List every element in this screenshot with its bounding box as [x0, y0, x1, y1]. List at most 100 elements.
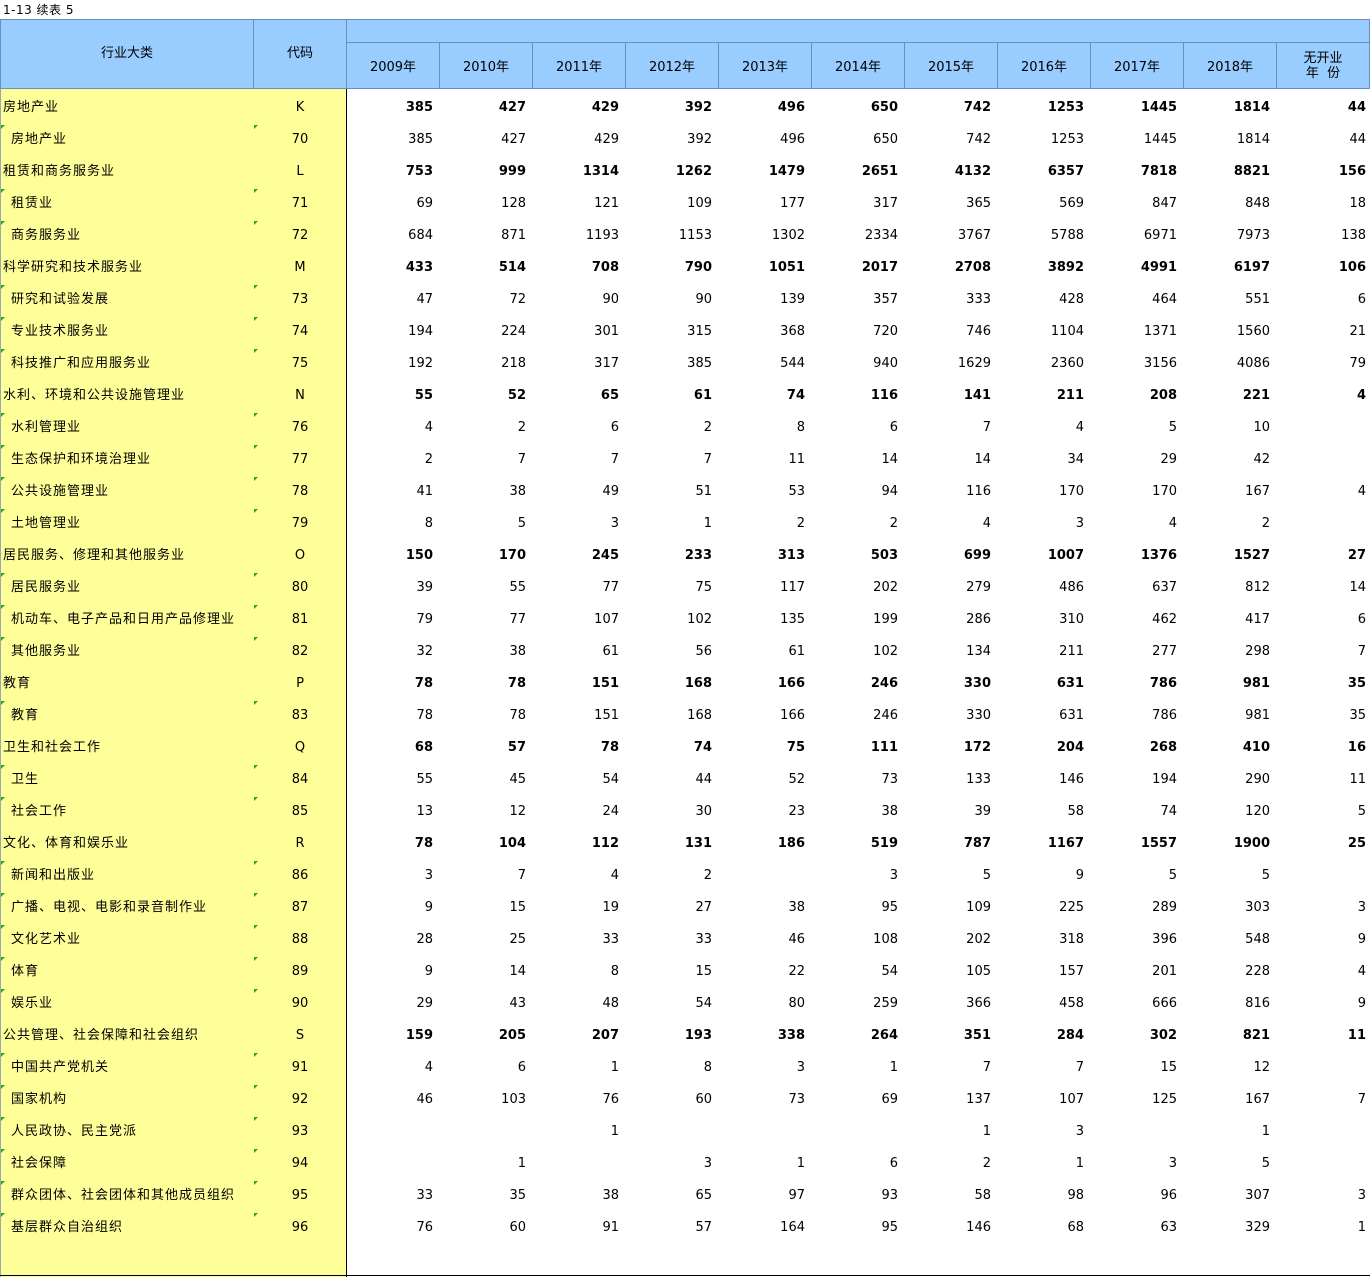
value-cell: 5 — [517, 516, 526, 531]
value-cell: 742 — [966, 132, 991, 147]
value-cell: 1557 — [1140, 836, 1177, 851]
industry-code: 87 — [291, 900, 309, 915]
header-no-year: 无开业年 份 — [1276, 42, 1370, 89]
value-cell: 6357 — [1047, 164, 1084, 179]
industry-name: 教育 — [11, 708, 40, 723]
value-cell: 708 — [591, 260, 619, 275]
value-cell: 2 — [424, 452, 433, 467]
value-cell: 284 — [1056, 1028, 1084, 1043]
value-cell: 54 — [881, 964, 898, 979]
value-cell: 90 — [602, 292, 619, 307]
value-cell: 821 — [1242, 1028, 1270, 1043]
value-cell: 192 — [408, 356, 433, 371]
value-cell: 631 — [1056, 676, 1084, 691]
value-cell: 7 — [703, 452, 712, 467]
value-cell: 58 — [1067, 804, 1084, 819]
value-cell: 569 — [1059, 196, 1084, 211]
value-cell: 29 — [416, 996, 433, 1011]
no-year-value-cell: 35 — [1349, 708, 1366, 723]
value-cell: 133 — [966, 772, 991, 787]
cell-marker — [1, 797, 5, 801]
value-cell: 221 — [1242, 388, 1270, 403]
industry-code: 79 — [291, 516, 309, 531]
value-cell: 12 — [509, 804, 526, 819]
value-cell: 302 — [1149, 1028, 1177, 1043]
industry-name: 居民服务、修理和其他服务业 — [3, 548, 186, 563]
value-cell: 1560 — [1236, 324, 1270, 339]
value-cell: 10 — [1253, 420, 1270, 435]
value-cell: 151 — [591, 676, 619, 691]
value-cell: 392 — [684, 100, 712, 115]
industry-name: 公共设施管理业 — [11, 484, 110, 499]
value-cell: 4 — [424, 420, 433, 435]
value-cell: 146 — [1059, 772, 1084, 787]
value-cell: 111 — [870, 740, 898, 755]
value-cell: 981 — [1242, 676, 1270, 691]
industry-code: 92 — [291, 1092, 309, 1107]
value-cell: 43 — [509, 996, 526, 1011]
value-cell: 39 — [416, 580, 433, 595]
industry-name: 体育 — [11, 964, 40, 979]
cell-marker — [1, 189, 5, 193]
value-cell — [439, 1116, 526, 1148]
no-year-value-cell — [1276, 1052, 1366, 1084]
value-cell: 54 — [695, 996, 712, 1011]
value-cell: 95 — [881, 900, 898, 915]
value-cell: 79 — [416, 612, 433, 627]
value-cell: 202 — [966, 932, 991, 947]
value-cell: 33 — [602, 932, 619, 947]
value-cell: 19 — [602, 900, 619, 915]
value-cell: 194 — [408, 324, 433, 339]
value-cell: 1253 — [1047, 100, 1084, 115]
value-cell: 218 — [501, 356, 526, 371]
industry-code: 94 — [291, 1156, 309, 1171]
value-cell: 286 — [966, 612, 991, 627]
cell-marker — [1, 957, 5, 961]
table-row: 中国共产党机关 91 4 6 1 8 3 1 7 7 15 12 — [0, 1052, 1370, 1084]
value-cell: 170 — [1059, 484, 1084, 499]
value-cell: 68 — [414, 740, 433, 755]
no-year-value-cell: 21 — [1349, 324, 1366, 339]
value-cell: 125 — [1152, 1092, 1177, 1107]
value-cell: 317 — [873, 196, 898, 211]
value-cell: 4 — [424, 1060, 433, 1075]
value-cell: 94 — [881, 484, 898, 499]
value-cell: 78 — [509, 708, 526, 723]
value-cell: 338 — [777, 1028, 805, 1043]
value-cell: 4132 — [954, 164, 991, 179]
table-row: 社会工作 85 13 12 24 30 23 38 39 58 74 120 5 — [0, 796, 1370, 828]
value-cell: 52 — [788, 772, 805, 787]
value-cell: 5788 — [1050, 228, 1084, 243]
value-cell: 289 — [1152, 900, 1177, 915]
value-cell: 29 — [1160, 452, 1177, 467]
table-row: 科技推广和应用服务业 75 192 218 317 385 544 940 1629 2360 31… — [0, 348, 1370, 380]
industry-name: 国家机构 — [11, 1092, 68, 1107]
industry-name: 水利管理业 — [11, 420, 82, 435]
value-cell: 233 — [684, 548, 712, 563]
value-cell: 103 — [501, 1092, 526, 1107]
value-cell: 120 — [1245, 804, 1270, 819]
header-year-1: 2010年 — [439, 42, 533, 89]
no-year-value-cell: 79 — [1349, 356, 1366, 371]
industry-name: 广播、电视、电影和录音制作业 — [11, 900, 208, 915]
no-year-value-cell: 6 — [1357, 612, 1366, 627]
value-cell: 150 — [405, 548, 433, 563]
industry-name: 群众团体、社会团体和其他成员组织 — [11, 1188, 236, 1203]
value-cell: 34 — [1067, 452, 1084, 467]
value-cell: 38 — [881, 804, 898, 819]
no-year-value-cell: 9 — [1357, 996, 1366, 1011]
header-year-5: 2014年 — [811, 42, 905, 89]
value-cell: 417 — [1245, 612, 1270, 627]
value-cell: 33 — [416, 1188, 433, 1203]
value-cell: 1 — [889, 1060, 898, 1075]
value-cell: 139 — [780, 292, 805, 307]
value-cell: 116 — [870, 388, 898, 403]
header-industry-cell: 行业大类 — [0, 19, 254, 89]
value-cell: 108 — [873, 932, 898, 947]
value-cell: 95 — [881, 1220, 898, 1235]
value-cell: 5 — [1168, 420, 1177, 435]
value-cell: 193 — [684, 1028, 712, 1043]
value-cell: 7 — [982, 1060, 991, 1075]
value-cell: 2 — [703, 868, 712, 883]
value-cell: 49 — [602, 484, 619, 499]
